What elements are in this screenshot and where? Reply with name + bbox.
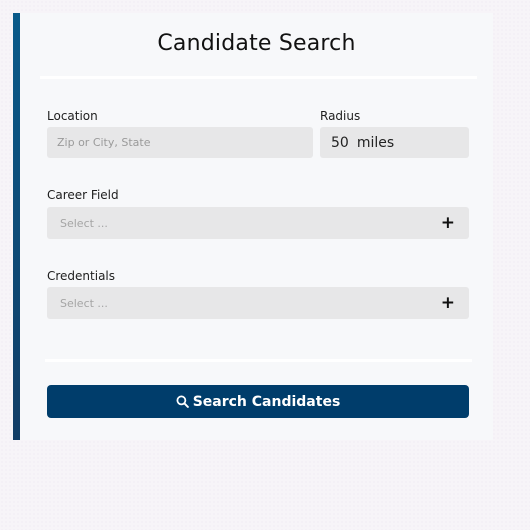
credentials-label: Credentials <box>47 269 116 283</box>
career-field-label: Career Field <box>47 188 119 202</box>
search-icon <box>176 395 189 408</box>
title-divider <box>40 76 477 79</box>
radius-label: Radius <box>320 109 361 123</box>
accent-bar <box>13 13 20 440</box>
form-divider <box>45 359 472 362</box>
location-input[interactable] <box>47 127 313 158</box>
radius-unit: miles <box>356 134 395 151</box>
page-title: Candidate Search <box>157 31 356 56</box>
career-field-select[interactable]: Select ... + <box>47 207 469 239</box>
plus-icon[interactable]: + <box>441 294 455 312</box>
search-candidates-button[interactable]: Search Candidates <box>47 385 469 418</box>
candidate-search-panel: Candidate Search Location Radius 50 mile… <box>13 13 493 440</box>
location-label: Location <box>47 109 98 123</box>
radius-value[interactable]: 50 <box>331 135 349 151</box>
career-field-placeholder: Select ... <box>60 216 108 230</box>
credentials-placeholder: Select ... <box>60 296 108 310</box>
credentials-select[interactable]: Select ... + <box>47 287 469 319</box>
search-button-label: Search Candidates <box>192 393 341 410</box>
radius-input[interactable]: 50 miles <box>320 127 469 158</box>
location-field-wrapper <box>47 127 313 158</box>
plus-icon[interactable]: + <box>441 214 455 232</box>
